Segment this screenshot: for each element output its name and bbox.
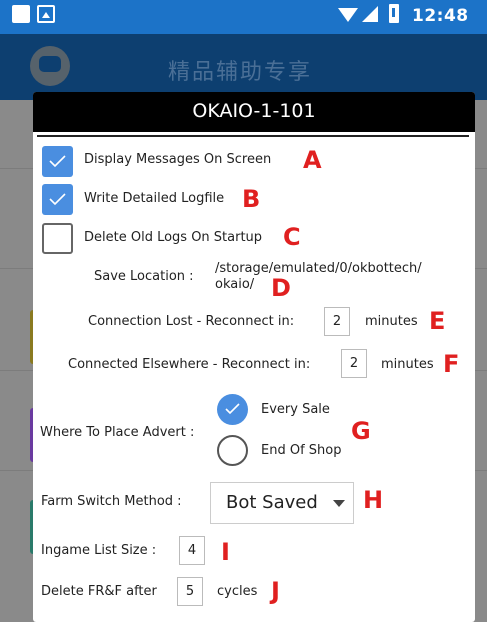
end-of-shop-label: End Of Shop: [261, 443, 342, 458]
connection-lost-label: Connection Lost - Reconnect in:: [88, 314, 295, 329]
marker-h: H: [363, 486, 384, 514]
ingame-list-label: Ingame List Size :: [41, 543, 157, 558]
ingame-list-input[interactable]: 4: [179, 536, 205, 565]
marker-d: D: [271, 274, 291, 302]
connected-elsewhere-label: Connected Elsewhere - Reconnect in:: [68, 357, 311, 372]
marker-j: J: [271, 577, 280, 605]
checkmark-icon: [225, 403, 240, 415]
delete-frf-input[interactable]: 5: [177, 577, 203, 606]
display-messages-checkbox[interactable]: [42, 146, 73, 177]
every-sale-label: Every Sale: [261, 402, 330, 417]
connected-elsewhere-unit: minutes: [381, 357, 434, 372]
dropdown-arrow-icon: [333, 500, 345, 507]
photo-notification-icon: [37, 5, 55, 23]
delete-old-logs-label: Delete Old Logs On Startup: [84, 230, 263, 245]
delete-old-logs-checkbox[interactable]: [42, 223, 73, 254]
battery-icon: [389, 4, 399, 23]
marker-b: B: [242, 185, 261, 213]
delete-frf-unit: cycles: [217, 584, 258, 599]
settings-dialog: OKAIO-1-101 Display Messages On Screen A…: [33, 92, 475, 622]
connection-lost-input[interactable]: 2: [324, 307, 350, 336]
farm-switch-label: Farm Switch Method :: [41, 494, 182, 509]
status-bar: 12:48: [0, 0, 487, 34]
marker-g: G: [351, 417, 371, 445]
marker-a: A: [303, 146, 322, 174]
divider: [37, 135, 469, 137]
wifi-icon: [338, 8, 358, 22]
app-logo-icon: [30, 46, 70, 86]
save-location-path-line1: /storage/emulated/0/okbottech/: [215, 261, 422, 276]
connected-elsewhere-input[interactable]: 2: [341, 349, 367, 378]
radio-every-sale[interactable]: [217, 394, 248, 425]
notification-square-icon: [12, 5, 30, 23]
farm-switch-value: Bot Saved: [226, 492, 318, 513]
marker-i: I: [221, 538, 230, 566]
farm-switch-dropdown[interactable]: Bot Saved: [210, 482, 354, 524]
radio-end-of-shop[interactable]: [217, 435, 248, 466]
marker-f: F: [443, 350, 460, 378]
marker-e: E: [429, 307, 446, 335]
signal-icon: [362, 6, 378, 22]
status-time: 12:48: [412, 6, 469, 26]
checkmark-icon: [49, 193, 66, 206]
dialog-header: OKAIO-1-101: [33, 92, 475, 132]
marker-c: C: [283, 223, 301, 251]
write-logfile-checkbox[interactable]: [42, 184, 73, 215]
app-bar: 精品辅助专享: [0, 34, 487, 100]
advert-label: Where To Place Advert :: [40, 425, 195, 440]
checkmark-icon: [49, 155, 66, 168]
display-messages-label: Display Messages On Screen: [84, 152, 272, 167]
dialog-title: OKAIO-1-101: [192, 100, 316, 122]
delete-frf-label: Delete FR&F after: [41, 584, 157, 599]
save-location-label: Save Location :: [94, 269, 194, 284]
app-title: 精品辅助专享: [168, 60, 313, 85]
write-logfile-label: Write Detailed Logfile: [84, 191, 225, 206]
connection-lost-unit: minutes: [365, 314, 418, 329]
save-location-path-line2: okaio/: [215, 277, 255, 292]
